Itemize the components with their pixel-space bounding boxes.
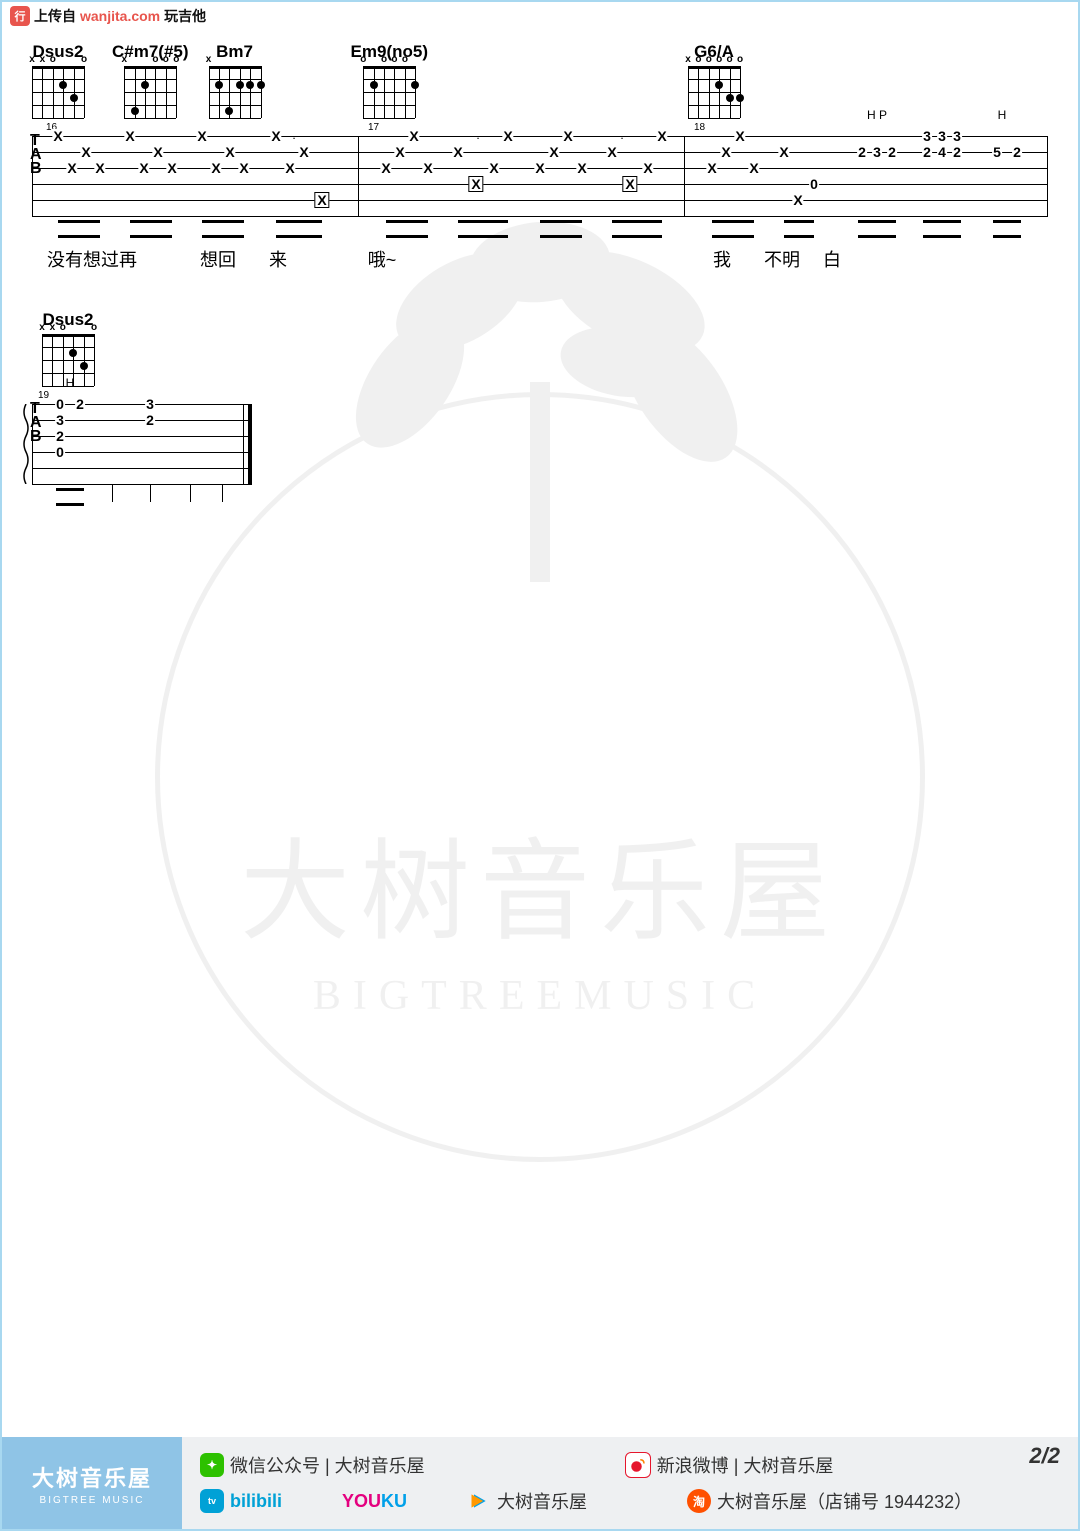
footer-links: 2/2 ✦微信公众号 | 大树音乐屋 新浪微博 | 大树音乐屋 tvbilibi…	[182, 1437, 1078, 1529]
banner-site: wanjita.com	[80, 8, 160, 24]
bar-number: 19	[38, 390, 49, 401]
wechat-link: ✦微信公众号 | 大树音乐屋	[200, 1452, 425, 1478]
watermark-cn: 大树音乐屋	[90, 802, 990, 962]
bar-number: 17	[368, 122, 379, 133]
chord-row: Dsus2xxoo	[32, 310, 252, 386]
lyric: 白	[823, 246, 841, 272]
weibo-icon	[625, 1452, 651, 1478]
bilibili-link: tvbilibili	[200, 1489, 282, 1513]
taobao-icon: 淘	[687, 1489, 711, 1513]
lyric: 我	[713, 246, 731, 272]
youku-link: YOUKU	[342, 1491, 407, 1512]
lyrics: 没有想过再 想回 来 哦~ 我 不明 白	[32, 246, 1048, 270]
arpeggio-icon	[22, 404, 30, 484]
lyric: 来	[269, 246, 287, 272]
bilibili-icon: tv	[200, 1489, 224, 1513]
chord-diagram: xxoo	[32, 66, 84, 118]
watermark-en: BIGTREEMUSIC	[90, 972, 990, 1020]
lyric: 哦~	[368, 246, 397, 272]
wechat-icon: ✦	[200, 1453, 224, 1477]
source-logo-icon: 行	[10, 6, 30, 26]
footer-brand: 大树音乐屋 BIGTREE MUSIC	[2, 1437, 182, 1529]
page: 行 上传自 wanjita.com 玩吉他 大树音乐屋 BIGTREEMUSIC…	[0, 0, 1080, 1531]
chord-diagram: xooooo	[688, 66, 740, 118]
lyric: 想回	[200, 246, 236, 272]
tencent-video-link: 大树音乐屋	[467, 1488, 587, 1514]
source-banner: 行 上传自 wanjita.com 玩吉他	[2, 2, 214, 30]
weibo-link: 新浪微博 | 大树音乐屋	[625, 1452, 834, 1478]
technique: H	[66, 376, 75, 390]
tab-line-1: Dsus2xxoo C#m7(#5)xooo Bm7x Em9(no5)oooo…	[32, 42, 1048, 270]
bar-number: 18	[694, 122, 705, 133]
lyric: 不明	[764, 246, 800, 272]
chord-diagram: x	[209, 66, 261, 118]
tab-content: Dsus2xxoo C#m7(#5)xooo Bm7x Em9(no5)oooo…	[32, 42, 1048, 524]
tencent-video-icon	[467, 1489, 491, 1513]
footer-brand-en: BIGTREE MUSIC	[40, 1495, 145, 1506]
footer: 大树音乐屋 BIGTREE MUSIC 2/2 ✦微信公众号 | 大树音乐屋 新…	[2, 1437, 1078, 1529]
taobao-link: 淘大树音乐屋（店铺号 1944232）	[687, 1488, 972, 1514]
footer-brand-cn: 大树音乐屋	[32, 1461, 152, 1493]
chord-diagram: xooo	[124, 66, 176, 118]
chord-row: Dsus2xxoo C#m7(#5)xooo Bm7x Em9(no5)oooo…	[32, 42, 1048, 118]
banner-suffix: 玩吉他	[164, 6, 206, 26]
chord-diagram: oooo	[363, 66, 415, 118]
technique: H	[998, 108, 1007, 122]
chord-name: Bm7	[216, 42, 253, 62]
tab-staff: TAB 16 17 18 ... X X X X X	[32, 136, 1048, 216]
tab-staff: TAB 19 H 0 3 2 0 2 3 2	[32, 404, 252, 484]
technique: H P	[867, 108, 887, 122]
banner-prefix: 上传自	[34, 6, 76, 26]
lyric: 没有想过再	[47, 246, 137, 272]
page-number: 2/2	[1029, 1443, 1060, 1469]
tab-line-2: Dsus2xxoo TAB 19 H 0 3 2 0 2 3 2	[32, 310, 252, 484]
